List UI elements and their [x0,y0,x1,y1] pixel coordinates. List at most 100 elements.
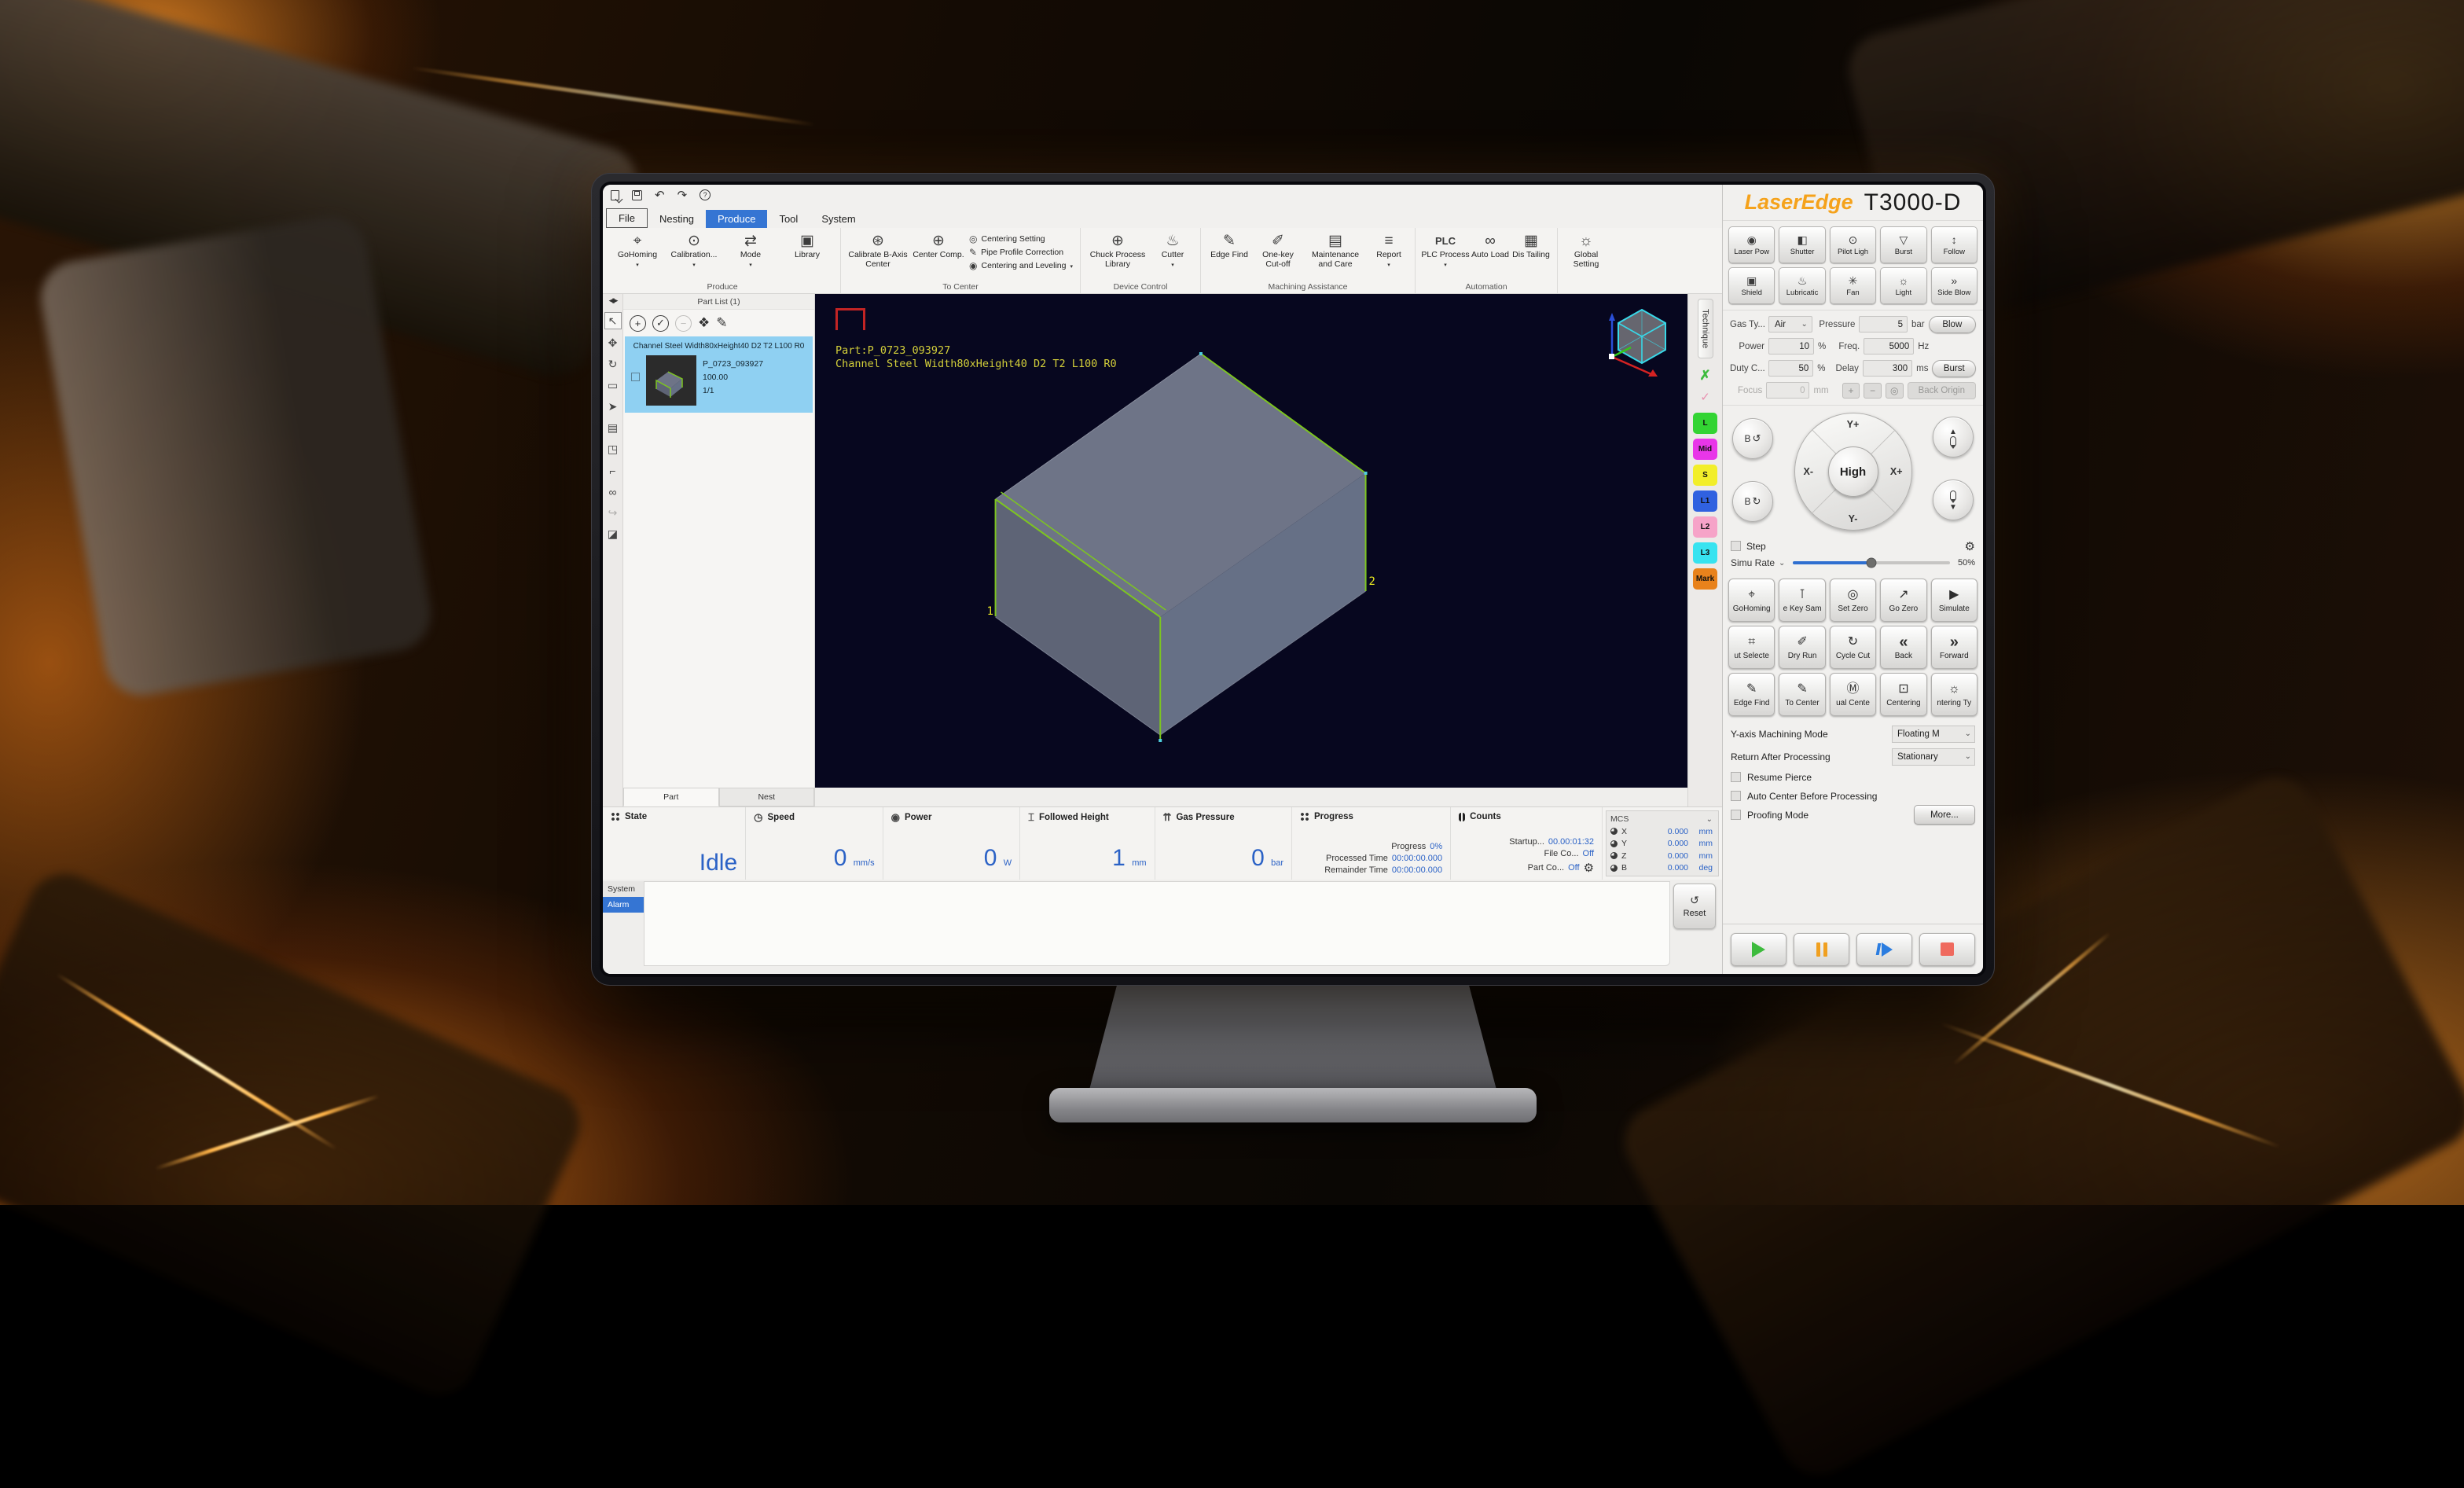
ribbon-edge-find[interactable]: ✎ Edge Find [1206,230,1252,260]
slider-handle[interactable] [1867,558,1877,568]
resume-pierce-checkbox[interactable] [1731,772,1741,782]
dry-run-button[interactable]: ✐Dry Run [1779,626,1825,669]
menu-file[interactable]: File [606,208,648,228]
burst-toggle[interactable]: ▽Burst [1880,226,1926,263]
edge-find-button[interactable]: ✎Edge Find [1728,673,1775,716]
technique-tab[interactable]: Technique [1698,299,1713,358]
ribbon-mode[interactable]: ⇄ Mode ▾ [723,230,778,270]
ribbon-auto-load[interactable]: ∞ Auto Load [1471,230,1509,260]
redo-icon[interactable]: ↷ [678,189,688,201]
ribbon-centering-setting[interactable]: ◎ Centering Setting [969,233,1073,244]
viewport-3d[interactable]: 1 2 Part:P_0723_093927 Channel Steel Wid… [815,294,1687,788]
z-up-button[interactable]: ▲ [1933,417,1974,457]
b-axis-cw-button[interactable]: B↻ [1732,481,1773,522]
tab-part[interactable]: Part [623,788,719,806]
ribbon-calibration[interactable]: ⊙ Calibration... ▾ [666,230,722,270]
ribbon-center-comp[interactable]: ⊕ Center Comp. [911,230,966,260]
power-input[interactable]: 10 [1768,338,1814,355]
reset-button[interactable]: ↺ Reset [1673,884,1716,929]
blow-button[interactable]: Blow [1929,316,1976,333]
ribbon-global-setting[interactable]: ☼ Global Setting [1563,230,1609,269]
follow-toggle[interactable]: ↕Follow [1931,226,1977,263]
ribbon-maintenance[interactable]: ▤ Maintenance and Care [1304,230,1367,269]
layer-chip-S[interactable]: S [1693,465,1717,486]
go-zero-button[interactable]: ↗Go Zero [1880,579,1926,622]
layer-chip-L[interactable]: L [1693,413,1717,434]
simu-rate-slider[interactable] [1793,561,1950,564]
freq-input[interactable]: 5000 [1864,338,1914,355]
auto-center-checkbox[interactable] [1731,791,1741,801]
close-technique-icon[interactable]: ✗ [1699,368,1710,390]
one-key-sampling-button[interactable]: ⊺e Key Sam [1779,579,1825,622]
gohoming-button[interactable]: ⌖GoHoming [1728,579,1775,622]
part-list-item[interactable]: Channel Steel Width80xHeight40 D2 T2 L10… [625,336,813,413]
ribbon-calibrate-b-axis[interactable]: ⊛ Calibrate B-Axis Center [846,230,909,269]
pilot-light-toggle[interactable]: ⊙Pilot Ligh [1830,226,1876,263]
more-button[interactable]: More... [1914,805,1975,825]
menu-produce[interactable]: Produce [706,210,767,228]
proofing-mode-checkbox[interactable] [1731,810,1741,820]
layer-chip-L1[interactable]: L1 [1693,490,1717,512]
jog-x-minus-button[interactable]: X- [1804,466,1814,477]
menu-tool[interactable]: Tool [767,210,810,228]
centering-button[interactable]: ⊡Centering [1880,673,1926,716]
resume-button[interactable] [1856,933,1912,966]
y-axis-mode-select[interactable]: Floating M⌄ [1892,726,1975,743]
pressure-input[interactable]: 5 [1859,316,1908,333]
cut-selected-button[interactable]: ⌗ut Selecte [1728,626,1775,669]
chain-tool-icon[interactable]: ∞ [604,481,622,502]
layer-chip-L2[interactable]: L2 [1693,516,1717,538]
focus-plus-button[interactable]: + [1842,383,1860,399]
ribbon-centering-and-leveling[interactable]: ◉ Centering and Leveling ▾ [969,260,1073,271]
focus-target-button[interactable]: ◎ [1886,383,1904,399]
counts-settings-gear-icon[interactable]: ⚙ [1584,861,1594,875]
ribbon-dis-tailing[interactable]: ▦ Dis Tailing [1511,230,1551,260]
fit-view-tool-icon[interactable]: ▭ [604,375,622,396]
tab-system-log[interactable]: System [603,881,644,897]
manual-center-button[interactable]: Ⓜual Cente [1830,673,1876,716]
stop-button[interactable] [1919,933,1975,966]
collapse-panel-icon[interactable]: ◀▶ [609,296,617,312]
delay-input[interactable]: 300 [1863,360,1912,377]
ribbon-report[interactable]: ≡ Report ▾ [1368,230,1409,270]
ribbon-library[interactable]: ▣ Library [780,230,835,260]
add-part-icon[interactable]: + [630,315,646,332]
simu-rate-select[interactable]: Simu Rate [1731,557,1775,568]
side-blow-toggle[interactable]: »Side Blow [1931,267,1977,304]
z-down-button[interactable]: ▼ [1933,479,1974,520]
ribbon-cutter[interactable]: ♨ Cutter ▾ [1151,230,1195,270]
jog-settings-gear-icon[interactable]: ⚙ [1965,539,1975,553]
pan-tool-icon[interactable]: ✥ [604,333,622,354]
tab-nest[interactable]: Nest [719,788,815,806]
forward-button[interactable]: »Forward [1931,626,1977,669]
layer-chip-L3[interactable]: L3 [1693,542,1717,564]
lubricating-toggle[interactable]: ♨Lubricatic [1779,267,1825,304]
duty-cycle-input[interactable]: 50 [1768,360,1813,377]
ribbon-gohoming[interactable]: ⌖ GoHoming ▾ [610,230,665,270]
material-tool-icon[interactable]: ◪ [604,524,622,545]
b-axis-ccw-button[interactable]: B↺ [1732,418,1773,459]
gas-type-select[interactable]: Air⌄ [1768,316,1812,333]
layer-chip-Mid[interactable]: Mid [1693,439,1717,460]
back-button[interactable]: «Back [1880,626,1926,669]
light-toggle[interactable]: ☼Light [1880,267,1926,304]
menu-system[interactable]: System [810,210,867,228]
part-item-checkbox[interactable] [631,373,640,381]
help-icon[interactable]: ? [700,189,711,200]
burst-button[interactable]: Burst [1932,360,1976,377]
ribbon-one-key-cutoff[interactable]: ✐ One-key Cut-off [1254,230,1302,269]
shutter-toggle[interactable]: ◧Shutter [1779,226,1825,263]
shield-toggle[interactable]: ▣Shield [1728,267,1775,304]
return-after-processing-select[interactable]: Stationary⌄ [1892,748,1975,766]
centering-type-button[interactable]: ☼ntering Ty [1931,673,1977,716]
jog-x-plus-button[interactable]: X+ [1890,466,1903,477]
apply-technique-icon[interactable]: ✓ [1700,390,1710,410]
start-button[interactable] [1731,933,1786,966]
jog-y-minus-button[interactable]: Y- [1849,513,1858,524]
step-checkbox[interactable] [1731,541,1741,551]
pick-tool-icon[interactable]: ➤ [604,396,622,417]
menu-nesting[interactable]: Nesting [648,210,706,228]
new-file-icon[interactable] [611,190,619,200]
check-all-parts-icon[interactable]: ✓ [652,315,669,332]
simulate-button[interactable]: ▶Simulate [1931,579,1977,622]
